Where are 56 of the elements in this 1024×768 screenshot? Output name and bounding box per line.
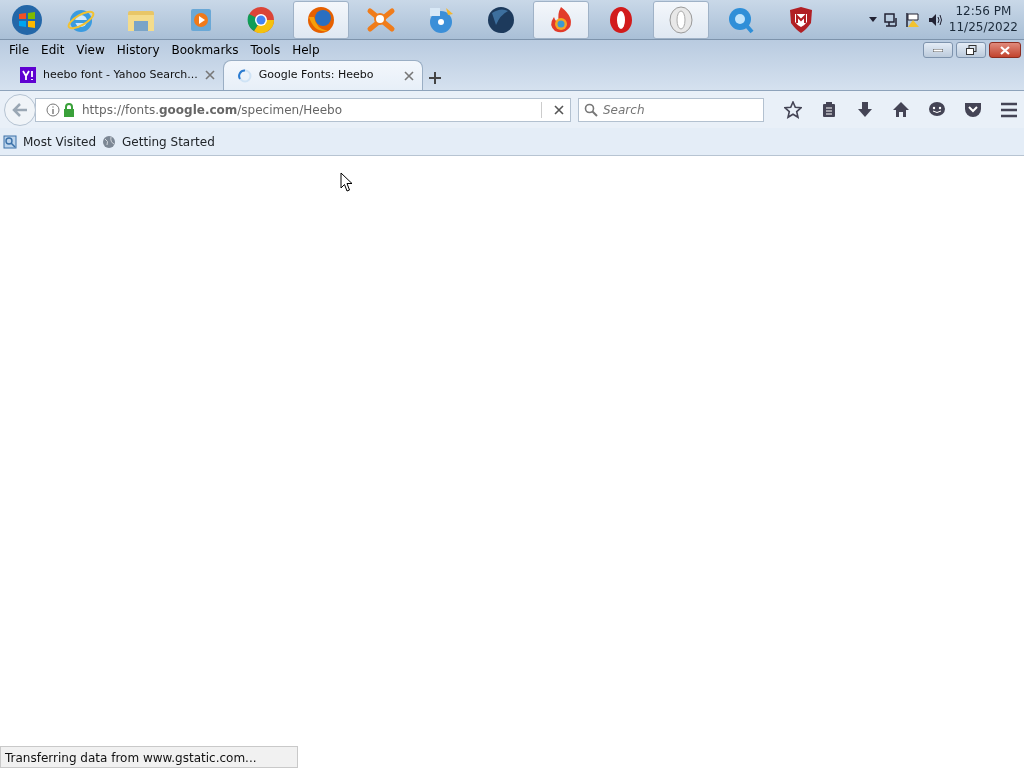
globe-icon [102,134,117,149]
menu-item[interactable]: Bookmarks [165,39,245,61]
clear-button[interactable] [554,104,564,115]
outlined-o-icon [666,4,696,35]
menu-item[interactable]: Tools [244,39,287,61]
info-icon [46,102,60,117]
minimize-icon [933,48,943,52]
menu-item[interactable]: Help [286,39,326,61]
search-field[interactable]: Search [578,97,764,122]
clock-time: 12:56 PM [954,3,1013,20]
bookmark-item[interactable]: Most Visited [3,132,97,151]
address-field[interactable]: https://fonts.google.com/specimen/Heebo [35,97,571,122]
bookmark-star-icon [784,100,802,119]
url-text: https://fonts.google.com/specimen/Heebo [82,101,343,119]
back-arrow-icon [12,102,28,117]
status-bar: Transferring data from www.gstatic.com... [0,746,298,768]
toolbar-button[interactable] [856,100,874,119]
smiley-bubble-icon [928,100,946,119]
padlock-icon [63,102,75,117]
bookmark-folder-icon [3,134,17,149]
search-icon [584,102,598,117]
restore-icon [965,45,977,55]
caret-icon[interactable] [868,17,877,22]
close-icon [1000,45,1010,55]
toolbar-button[interactable] [964,100,982,119]
network-icon [882,11,899,28]
clock-date: 11/25/2022 [948,19,1018,36]
menu-item[interactable]: History [110,39,166,61]
close-icon [403,70,414,81]
download-arrow-icon [856,100,874,119]
flag-warning-icon [904,11,921,28]
toolbar-button[interactable] [928,100,946,119]
home-icon [892,100,910,119]
new-tab-button[interactable] [428,72,441,84]
restore-button[interactable] [956,42,986,58]
toolbar-button[interactable] [784,100,802,119]
bookmark-item[interactable]: Getting Started [102,132,215,151]
round-browser-icon [246,4,276,35]
menu-icon [1000,100,1018,119]
browser-tab[interactable]: heebo font - Yahoo Search... [6,60,223,90]
mouse-pointer-icon [340,172,353,192]
pocket-icon [964,100,982,119]
close-icon [204,70,215,80]
toolbar-button[interactable] [820,100,838,119]
menu-item[interactable]: File [3,39,36,61]
menu-item[interactable]: View [70,39,111,61]
toolbar-button[interactable] [1000,100,1018,119]
clipboard-list-icon [820,100,838,119]
menu-item[interactable]: Edit [35,39,71,61]
close-button[interactable] [989,42,1021,58]
toolbar-button[interactable] [892,100,910,119]
taskbar-button[interactable] [533,0,589,39]
taskbar-button[interactable] [293,0,349,39]
dark-globe-icon [486,4,516,35]
windows-orb-icon [11,3,43,36]
browser-tab[interactable]: Google Fonts: Heebo [222,60,423,90]
